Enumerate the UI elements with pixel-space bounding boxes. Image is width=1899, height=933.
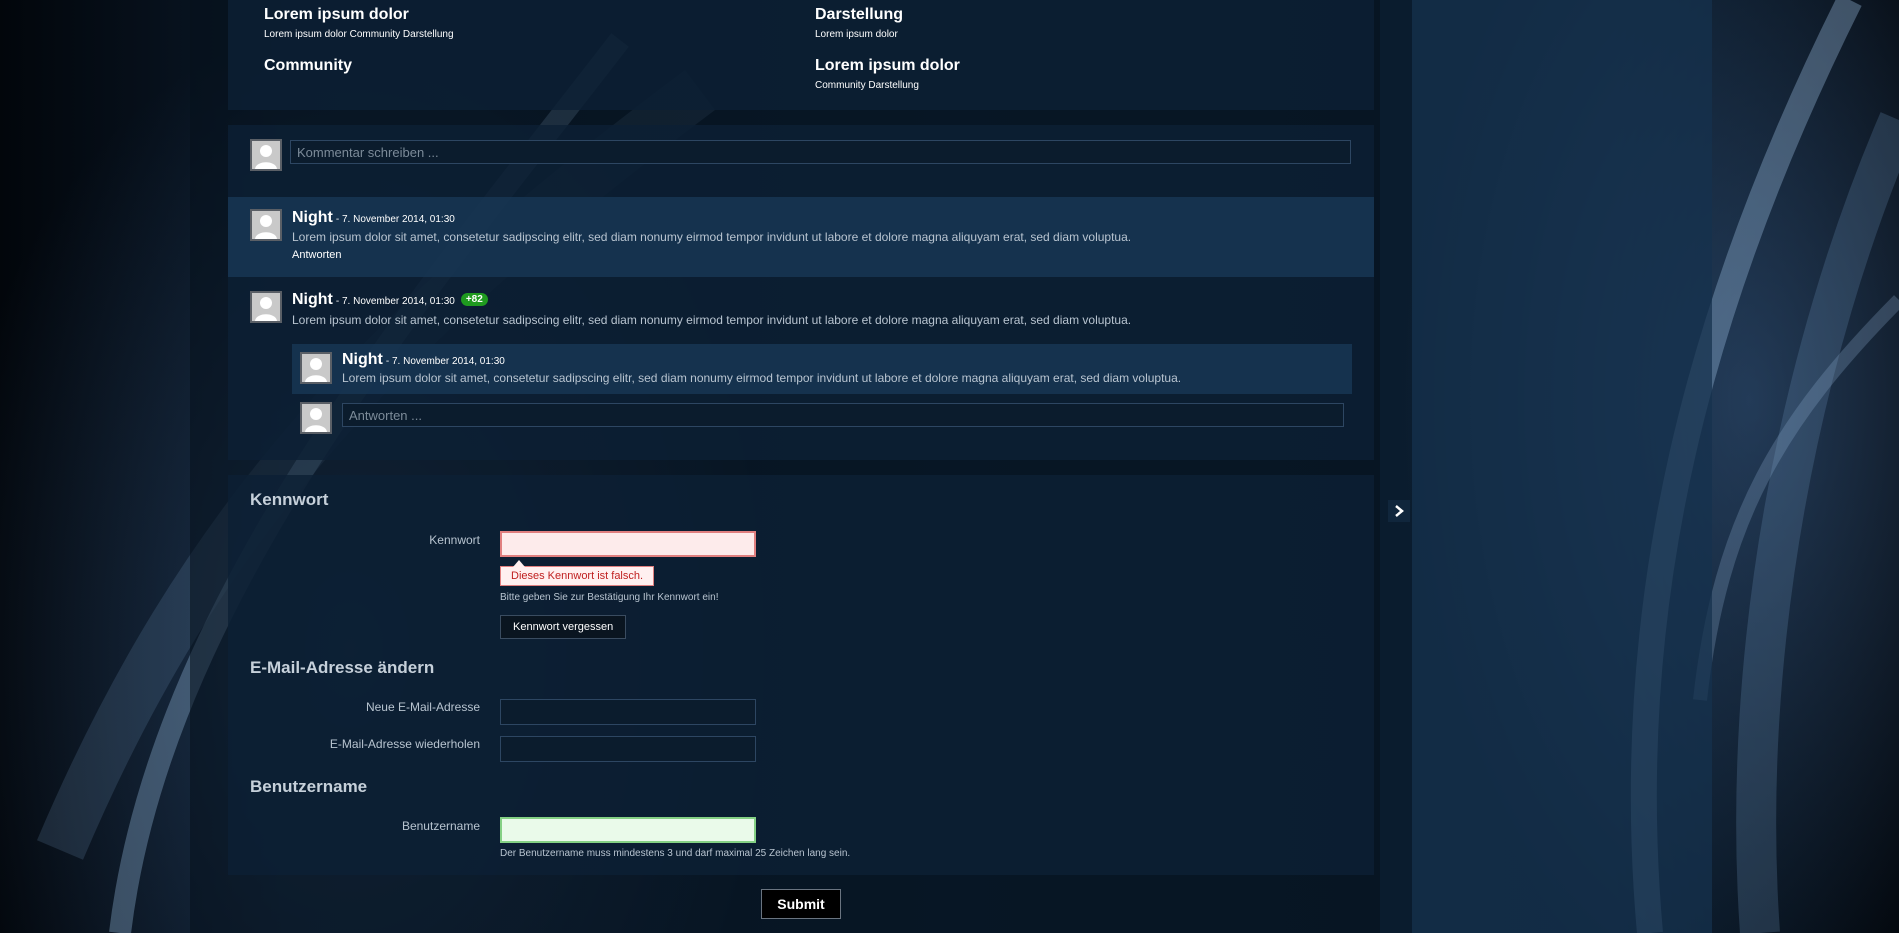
link-title[interactable]: Darstellung [815, 6, 903, 24]
comment-author-line: Night - 7. November 2014, 01:30 [342, 351, 505, 369]
username-input[interactable] [500, 817, 756, 843]
username-hint: Der Benutzername muss mindestens 3 und d… [500, 848, 851, 859]
comment-text: Lorem ipsum dolor sit amet, consetetur s… [292, 313, 1132, 327]
user-icon [255, 215, 277, 239]
link-sub[interactable]: Community Darstellung [815, 80, 960, 91]
submit-button[interactable]: Submit [761, 889, 841, 919]
link-group: Community [264, 57, 352, 75]
repeat-email-input[interactable] [500, 736, 756, 762]
avatar [250, 139, 282, 171]
comment-date: - 7. November 2014, 01:30 [335, 214, 455, 225]
settings-form: Kennwort Kennwort Dieses Kennwort ist fa… [228, 475, 1374, 875]
link-sub[interactable]: Lorem ipsum dolor [815, 29, 903, 40]
link-group: Darstellung Lorem ipsum dolor [815, 6, 903, 40]
links-panel: Lorem ipsum dolor Lorem ipsum dolor Comm… [228, 0, 1374, 110]
comment-author-line: Night - 7. November 2014, 01:30 +82 [292, 291, 488, 309]
comments-panel: Night- 7. November 2014, 01:30 Lorem ips… [228, 125, 1374, 460]
username-label: Benutzername [401, 819, 480, 833]
reply-link[interactable]: Antworten [292, 249, 342, 261]
comment-author[interactable]: Night [342, 351, 383, 368]
comment-item: Night - 7. November 2014, 01:30 Lorem ips… [228, 197, 1374, 277]
password-label: Kennwort [429, 533, 480, 547]
section-title-username: Benutzername [250, 777, 368, 796]
comment-text: Lorem ipsum dolor sit amet, consetetur s… [342, 371, 1182, 385]
forgot-password-button[interactable]: Kennwort vergessen [500, 615, 627, 639]
link-group: Lorem ipsum dolor Community Darstellung [815, 57, 960, 91]
chevron-right-icon [1395, 505, 1404, 517]
comment-text: Lorem ipsum dolor sit amet, consetetur s… [292, 230, 1132, 244]
comment-date: - 7. November 2014, 01:30 [385, 356, 505, 367]
avatar [300, 352, 332, 384]
right-sidebar [1412, 0, 1712, 933]
link-title[interactable]: Lorem ipsum dolor [815, 57, 960, 75]
new-email-input[interactable] [500, 699, 756, 725]
password-hint: Bitte geben Sie zur Bestätigung Ihr Kenn… [500, 592, 719, 603]
section-title-password: Kennwort [250, 490, 329, 509]
comment-author[interactable]: Night [292, 209, 333, 226]
avatar [250, 291, 282, 323]
sidebar-toggle[interactable] [1388, 500, 1410, 522]
section-title-email: E-Mail-Adresse ändern [250, 658, 435, 677]
user-icon [305, 358, 327, 382]
reply-input[interactable] [342, 403, 1344, 427]
avatar [300, 402, 332, 434]
comment-author[interactable]: Night [292, 291, 333, 308]
new-email-label: Neue E-Mail-Adresse [365, 700, 480, 714]
nested-comment: Night - 7. November 2014, 01:30 Lorem ips… [292, 344, 1352, 394]
comment-author-line: Night - 7. November 2014, 01:30 [292, 209, 455, 227]
vote-badge: +82 [460, 293, 488, 306]
link-title[interactable]: Lorem ipsum dolor [264, 6, 454, 24]
link-group: Lorem ipsum dolor Lorem ipsum dolor Comm… [264, 6, 454, 40]
password-error: Dieses Kennwort ist falsch. [500, 560, 655, 586]
comment-item: Night - 7. November 2014, 01:30 +82 Lorem … [228, 277, 1374, 460]
user-icon [255, 297, 277, 321]
password-input[interactable] [500, 531, 756, 557]
link-sub[interactable]: Lorem ipsum dolor Community Darstellung [264, 29, 454, 40]
comment-date: - 7. November 2014, 01:30 [335, 296, 455, 307]
repeat-email-label: E-Mail-Adresse wiederholen [329, 737, 480, 751]
user-icon [255, 145, 277, 169]
avatar [250, 209, 282, 241]
user-icon [305, 408, 327, 432]
comment-input[interactable] [290, 140, 1351, 164]
link-title[interactable]: Community [264, 57, 352, 75]
